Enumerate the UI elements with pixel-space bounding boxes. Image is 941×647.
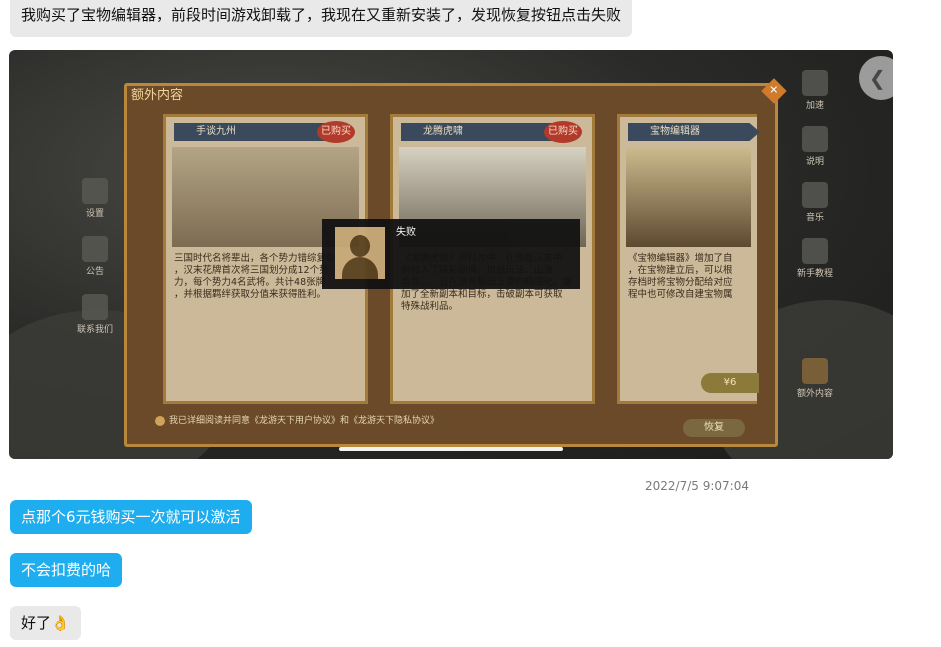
price-button[interactable]: ¥6 [701,373,759,393]
content-card[interactable]: 宝物编辑器 《宝物编辑器》增加了自 ，在宝物建立后，可以根 存档时将宝物分配给对… [617,114,760,404]
message-bubble-1: 我购买了宝物编辑器，前段时间游戏卸载了，我现在又重新安装了，发现恢复按钮点击失败 [10,0,633,37]
avatar [335,227,385,279]
close-button[interactable]: ✕ [761,78,787,104]
message-bubble-2: 点那个6元钱购买一次就可以激活 [10,500,252,534]
side-menu-music[interactable]: 音乐 [795,182,835,223]
panel-title: 额外内容 [131,88,184,103]
extra-content-icon [802,358,828,384]
purchased-badge: 已购买 [317,121,355,143]
failure-popup: 失败 [322,219,580,289]
gear-icon [82,178,108,204]
popup-message: 失败 [396,227,416,238]
agreement-text: 我已详细阅读并同意《龙游天下用户协议》和《龙游天下隐私协议》 [169,416,440,426]
card-title: 宝物编辑器 [628,123,760,141]
side-menu-speed[interactable]: 加速 [795,70,835,111]
restore-button[interactable]: 恢复 [683,419,745,437]
side-menu-notice[interactable]: 公告 [75,236,115,277]
home-indicator[interactable] [339,447,563,451]
side-menu-extra[interactable]: 额外内容 [795,358,835,399]
music-icon [802,182,828,208]
screenshot-image[interactable]: 设置 公告 联系我们 加速 说明 音乐 新手教程 额外内容 ❮ 额外内容 ✕ 手… [9,50,893,459]
tutorial-icon [802,238,828,264]
check-icon [155,415,165,426]
share-button[interactable]: ❮ [859,56,893,100]
share-icon: ❮ [869,66,886,90]
notice-icon [82,236,108,262]
purchased-badge: 已购买 [544,121,582,143]
side-menu-settings[interactable]: 设置 [75,178,115,219]
card-illustration [626,147,751,247]
card-description: 《宝物编辑器》增加了自 ，在宝物建立后，可以根 存档时将宝物分配给对应 程中也可… [628,253,733,300]
book-icon [802,70,828,96]
close-icon: ✕ [769,84,779,97]
help-icon [802,126,828,152]
chat-icon [82,294,108,320]
timestamp: 2022/7/5 9:07:04 [645,479,749,493]
message-bubble-3: 不会扣费的哈 [10,553,123,587]
message-bubble-4: 好了👌 [10,606,81,640]
side-menu-help[interactable]: 说明 [795,126,835,167]
agreement-checkbox[interactable]: 我已详细阅读并同意《龙游天下用户协议》和《龙游天下隐私协议》 [155,413,439,426]
side-menu-contact[interactable]: 联系我们 [75,294,115,335]
side-menu-tutorial[interactable]: 新手教程 [795,238,835,279]
